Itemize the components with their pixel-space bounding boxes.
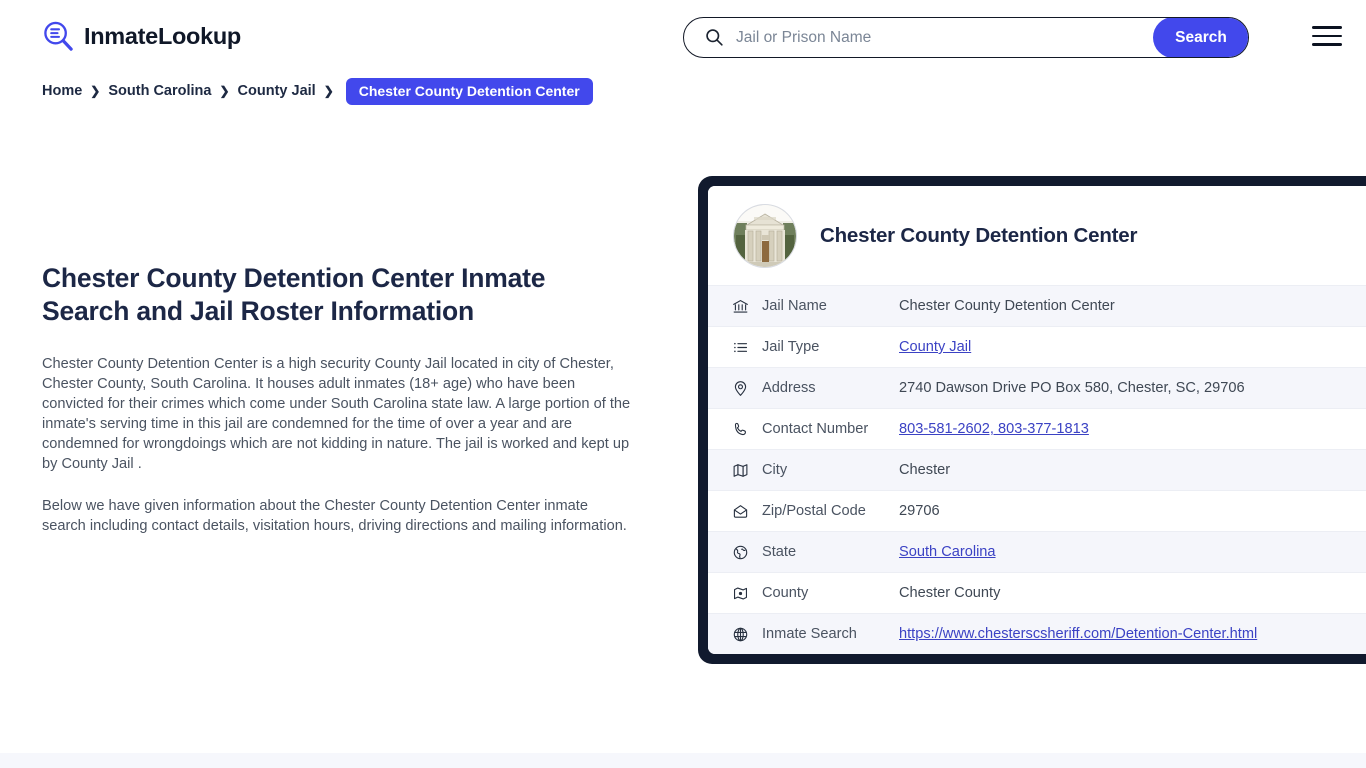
- info-label: Jail Name: [762, 298, 827, 314]
- info-value: Chester County: [899, 585, 1001, 601]
- info-label: Contact Number: [762, 421, 869, 437]
- envelope-icon: [732, 503, 762, 520]
- intro-paragraph-2: Below we have given information about th…: [42, 498, 627, 534]
- facility-card-title: Chester County Detention Center: [820, 224, 1138, 247]
- breadcrumb-item-south-carolina[interactable]: South Carolina: [108, 83, 211, 99]
- magnifier-list-icon: [42, 20, 75, 53]
- info-value: Chester: [899, 462, 951, 478]
- brand-logo[interactable]: InmateLookup: [42, 20, 241, 53]
- hamburger-menu-icon[interactable]: [1310, 22, 1344, 50]
- map-marked-icon: [732, 585, 762, 602]
- info-row-county: County Chester County: [708, 572, 1366, 613]
- intro-paragraph-1: Chester County Detention Center is a hig…: [42, 356, 631, 472]
- breadcrumb-item-county-jail[interactable]: County Jail: [238, 83, 316, 99]
- facility-info-card-inner: Chester County Detention Center Jail Nam…: [708, 186, 1366, 654]
- info-row-jail-name: Jail Name Chester County Detention Cente…: [708, 285, 1366, 326]
- breadcrumb-current-badge: Chester County Detention Center: [345, 77, 593, 105]
- facility-card-header: Chester County Detention Center: [708, 186, 1366, 285]
- info-label: Address: [762, 380, 816, 396]
- info-row-contact-number: Contact Number 803-581-2602, 803-377-181…: [708, 408, 1366, 449]
- info-value-link[interactable]: County Jail: [899, 339, 971, 355]
- bank-icon: [732, 298, 762, 315]
- info-row-address: Address 2740 Dawson Drive PO Box 580, Ch…: [708, 367, 1366, 408]
- brand-name: InmateLookup: [84, 22, 241, 49]
- map-icon: [732, 462, 762, 479]
- info-value-link[interactable]: https://www.chesterscsheriff.com/Detenti…: [899, 626, 1257, 642]
- search-bar[interactable]: Search: [683, 17, 1249, 58]
- info-value-link[interactable]: South Carolina: [899, 544, 996, 560]
- breadcrumb-item-home[interactable]: Home: [42, 83, 82, 99]
- info-row-zip-code: Zip/Postal Code 29706: [708, 490, 1366, 531]
- phone-icon: [732, 421, 762, 438]
- chevron-right-icon: ❯: [219, 84, 230, 98]
- info-value-link[interactable]: 803-581-2602, 803-377-1813: [899, 421, 1089, 437]
- search-input[interactable]: [724, 18, 1154, 57]
- info-label: County: [762, 585, 809, 601]
- site-header: InmateLookup Search: [0, 0, 1366, 72]
- info-label: City: [762, 462, 788, 478]
- info-label: State: [762, 544, 797, 560]
- info-row-city: City Chester: [708, 449, 1366, 490]
- info-label: Jail Type: [762, 339, 820, 355]
- globe-grid-icon: [732, 626, 762, 643]
- facility-info-card: Chester County Detention Center Jail Nam…: [698, 176, 1366, 664]
- info-row-jail-type: Jail Type County Jail: [708, 326, 1366, 367]
- page-title: Chester County Detention Center Inmate S…: [42, 263, 546, 326]
- chevron-right-icon: ❯: [323, 84, 334, 98]
- info-value: 2740 Dawson Drive PO Box 580, Chester, S…: [899, 380, 1245, 396]
- chevron-right-icon: ❯: [90, 84, 101, 98]
- breadcrumb: Home ❯ South Carolina ❯ County Jail ❯ Ch…: [0, 72, 1366, 106]
- hamburger-bar: [1312, 25, 1342, 29]
- search-icon: [684, 18, 724, 57]
- info-row-state: State South Carolina: [708, 531, 1366, 572]
- info-label: Inmate Search: [762, 626, 857, 642]
- courthouse-photo: [734, 205, 796, 267]
- article-column: Chester County Detention Center Inmate S…: [42, 262, 642, 536]
- map-pin-icon: [732, 380, 762, 397]
- info-label: Zip/Postal Code: [762, 503, 866, 519]
- info-value: Chester County Detention Center: [899, 298, 1115, 314]
- info-value: 29706: [899, 503, 940, 519]
- list-icon: [732, 339, 762, 356]
- hamburger-bar: [1312, 34, 1342, 38]
- info-row-inmate-search: Inmate Search https://www.chesterscsheri…: [708, 613, 1366, 654]
- hamburger-bar: [1312, 43, 1342, 47]
- footer-band: [0, 753, 1366, 768]
- globe-icon: [732, 544, 762, 561]
- search-button[interactable]: Search: [1153, 18, 1248, 57]
